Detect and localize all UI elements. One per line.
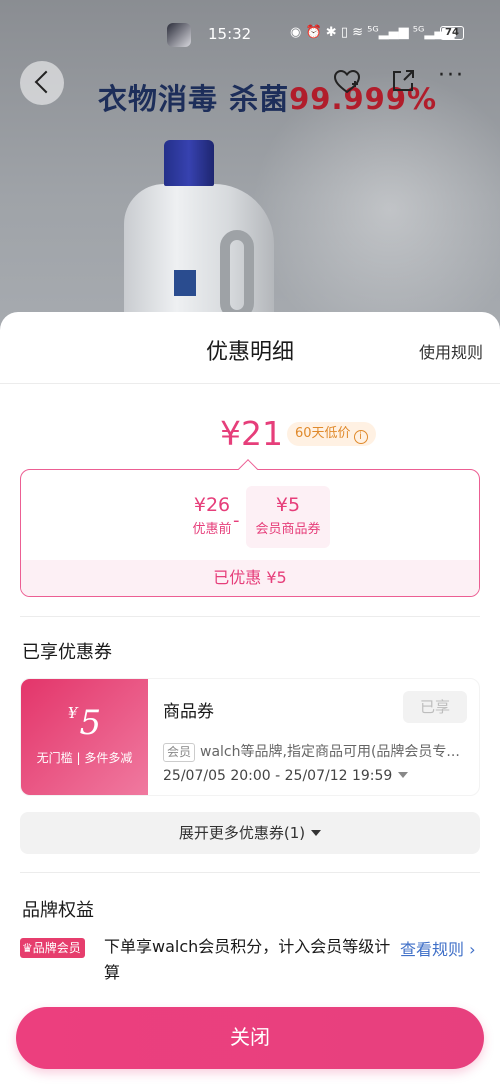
coupon-amount: ¥5 — [21, 703, 148, 743]
headline-text: 衣物消毒 杀菌 — [98, 82, 290, 116]
product-image-background: 衣物消毒 杀菌99.999% — [0, 0, 500, 360]
usage-rules-link[interactable]: 使用规则 — [419, 339, 483, 363]
info-icon: i — [353, 430, 368, 444]
status-time: 15:32 — [208, 25, 252, 43]
coupon-condition: 无门槛 | 多件多减 — [36, 751, 133, 765]
notification-app-icon — [167, 23, 191, 47]
coupon-deduction-value: ¥5 — [275, 494, 301, 516]
bottle-handle — [220, 230, 254, 320]
status-indicator-icons: ◉ ⏰ ✱ ▯ ≋ ⁵ᴳ▂▄▆ ⁵ᴳ▂▄▆ — [290, 25, 455, 40]
brand-benefit-row: ♛品牌会员 下单享walch会员积分，计入会员等级计算 查看规则 › — [20, 932, 480, 986]
more-icon[interactable]: ··· — [438, 65, 478, 96]
coupon-name: 商品券 — [163, 702, 214, 722]
used-coupons-title: 已享优惠券 — [22, 642, 112, 663]
coupon-description-text: walch等品牌,指定商品可用(品牌会员专... — [200, 744, 460, 760]
expand-label: 展开更多优惠券(1) — [178, 824, 306, 842]
coupon-currency: ¥ — [67, 704, 78, 722]
coupon-status-button: 已享 — [403, 691, 467, 723]
final-price: ¥21 — [220, 414, 283, 453]
chevron-down-icon — [398, 772, 409, 778]
status-bar: 15:32 ◉ ⏰ ✱ ▯ ≋ ⁵ᴳ▂▄▆ ⁵ᴳ▂▄▆ 74 — [0, 20, 500, 48]
close-button[interactable]: 关闭 — [16, 1007, 484, 1069]
coupon-validity[interactable]: 25/07/05 20:00 - 25/07/12 19:59 — [163, 768, 409, 784]
coupon-card: ¥5 无门槛 | 多件多减 商品券 已享 会员 walch等品牌,指定商品可用(品… — [20, 678, 480, 796]
coupon-perforation — [141, 679, 155, 795]
header-divider — [0, 383, 500, 384]
coupon-description: 会员 walch等品牌,指定商品可用(品牌会员专... — [163, 741, 471, 762]
expand-more-coupons-button[interactable]: 展开更多优惠券(1) — [20, 812, 480, 854]
product-headline: 衣物消毒 杀菌99.999% — [98, 76, 437, 118]
bottle-label — [174, 270, 196, 296]
low-price-label: 60天低价 — [295, 426, 351, 441]
battery-icon: 74 — [440, 26, 464, 40]
section-divider-2 — [20, 872, 480, 873]
coupon-deduction-label: 会员商品券 — [255, 522, 321, 537]
minus-sign: - — [233, 510, 240, 531]
coupon-validity-text: 25/07/05 20:00 - 25/07/12 19:59 — [163, 768, 393, 784]
coupon-amount-panel: ¥5 无门槛 | 多件多减 — [21, 679, 148, 795]
bottle-cap — [164, 140, 214, 186]
share-icon[interactable] — [390, 68, 416, 94]
favorite-heart-icon[interactable] — [333, 68, 361, 96]
coupon-deduction-block: ¥5 会员商品券 — [246, 486, 330, 548]
brand-member-badge: ♛品牌会员 — [20, 938, 85, 958]
chevron-down-icon — [311, 830, 322, 836]
view-rules-link[interactable]: 查看规则 › — [400, 936, 476, 960]
discount-detail-sheet: 优惠明细 使用规则 ¥21 60天低价 i ¥26 优惠前 - ¥5 会员商品券 … — [0, 312, 500, 1085]
battery-level: 74 — [445, 27, 459, 38]
brand-benefit-text: 下单享walch会员积分，计入会员等级计算 — [104, 937, 391, 982]
section-divider — [20, 616, 480, 617]
low-price-badge[interactable]: 60天低价 i — [287, 422, 376, 446]
coupon-amount-value: 5 — [79, 703, 102, 743]
heart-plus-icon — [333, 69, 361, 94]
member-tag: 会员 — [163, 743, 196, 762]
brand-benefits-title: 品牌权益 — [22, 900, 94, 921]
back-button[interactable] — [20, 61, 64, 105]
price-breakdown-box: ¥26 优惠前 - ¥5 会员商品券 已优惠 ¥5 — [20, 469, 480, 597]
total-saved: 已优惠 ¥5 — [21, 560, 479, 596]
share-arrow-icon — [393, 70, 414, 91]
